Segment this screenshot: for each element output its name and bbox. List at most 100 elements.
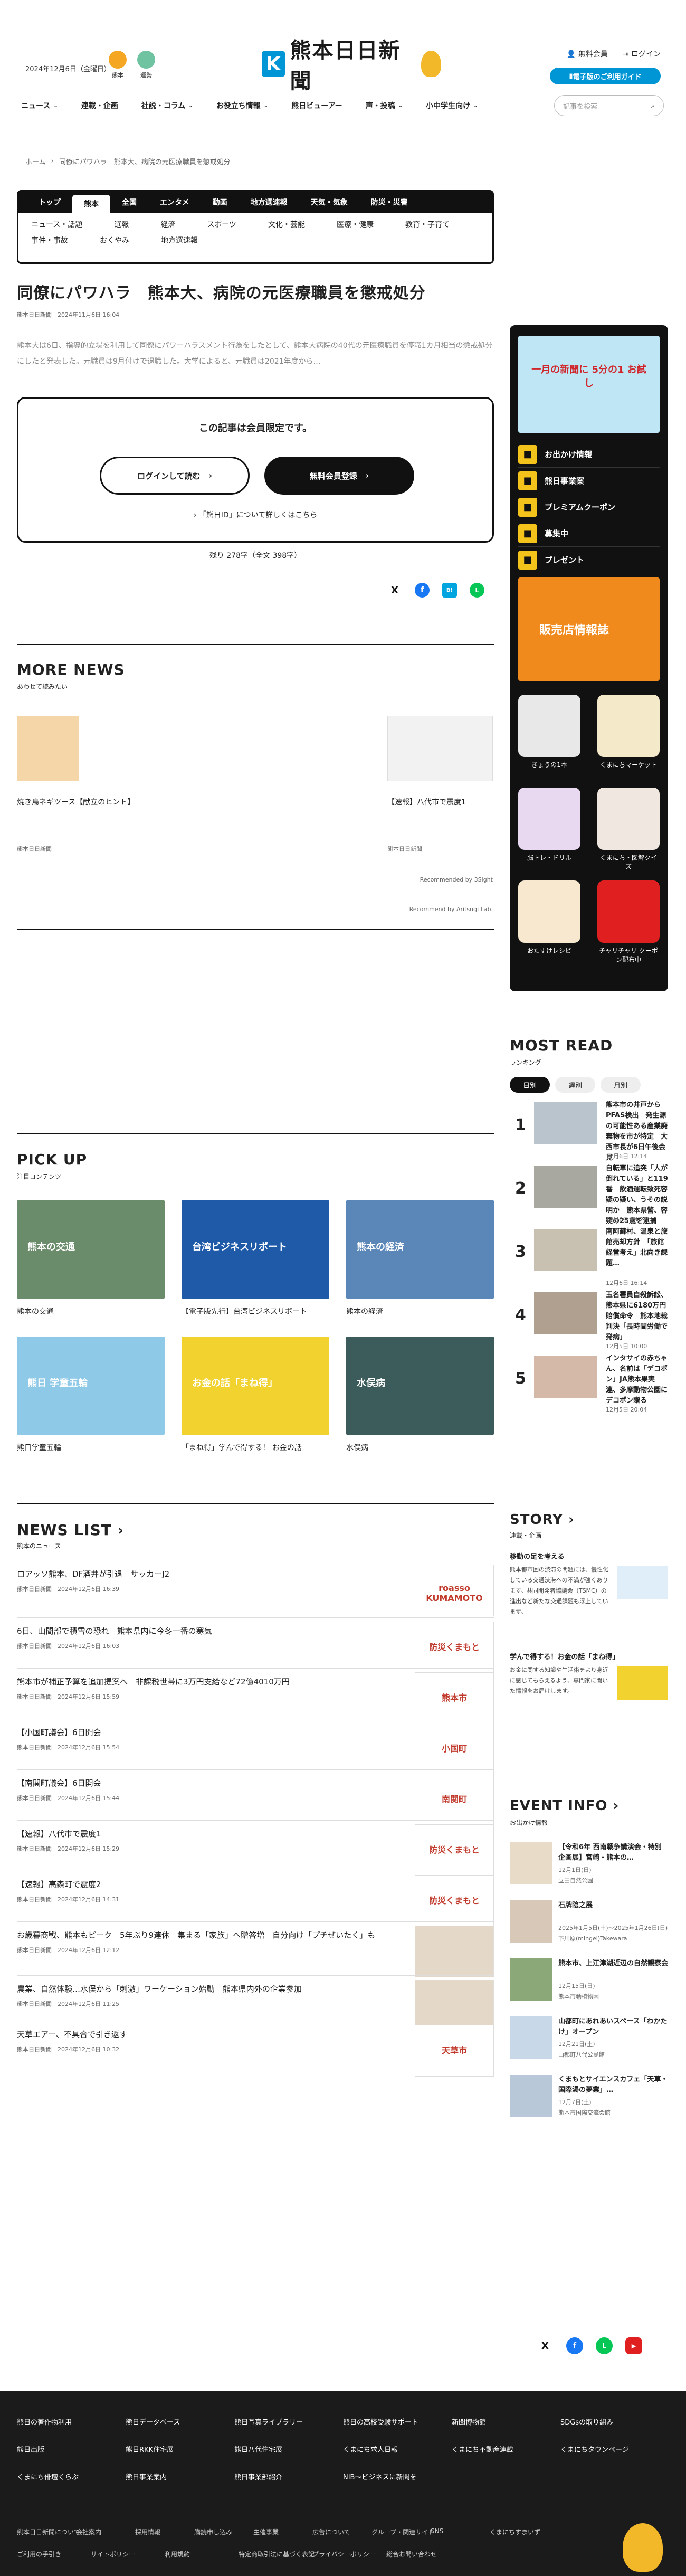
news-title[interactable]: 6日、山間部で積雪の恐れ 熊本県内に今冬一番の寒気 xyxy=(17,1624,386,1639)
footer-bottom-link[interactable]: 総合お問い合わせ xyxy=(386,2550,437,2559)
nav-students[interactable]: 小中学生向け ⌄ xyxy=(426,100,478,111)
nav-viewer[interactable]: 熊日ビューアー xyxy=(291,100,342,111)
sidebar-menu-item[interactable]: ■ プレゼント xyxy=(518,547,660,573)
news-list-item[interactable]: 【南関町議会】6日開会 熊本日日新聞 2024年12月6日 15:44 南関町 xyxy=(17,1774,494,1826)
news-list-item[interactable]: 【小国町議会】6日開会 熊本日日新聞 2024年12月6日 15:54 小国町 xyxy=(17,1723,494,1776)
footer-bottom-link[interactable]: 利用規約 xyxy=(165,2550,190,2559)
more-news-title[interactable]: 焼き鳥ネギツース【献立のヒント】 xyxy=(17,796,135,809)
subcategory-link[interactable]: スポーツ xyxy=(207,219,236,230)
pick-up-title[interactable]: 「まね得」学んで得する！ お金の話 xyxy=(182,1442,302,1453)
category-tab[interactable]: 天気・気象 xyxy=(299,194,359,211)
footer-link[interactable]: 熊日八代住宅展 xyxy=(234,2444,282,2454)
sidebar-app-tile[interactable]: きょうの1本 xyxy=(518,695,580,769)
news-title[interactable]: 【速報】高森町で震度2 xyxy=(17,1877,386,1892)
footer-link[interactable]: SDGsの取り組み xyxy=(560,2417,613,2427)
fortune-link[interactable]: 運勢 xyxy=(134,51,158,79)
site-logo[interactable]: K 熊本日日新聞 xyxy=(262,38,441,93)
news-title[interactable]: 熊本市が補正予算を追加提案へ 非課税世帯に3万円支給など72億4010万円 xyxy=(17,1674,386,1689)
nav-voice[interactable]: 声・投稿 ⌄ xyxy=(366,100,403,111)
event-title[interactable]: 山都町にあれあいスペース「わかたけ」オープン xyxy=(558,2016,668,2038)
news-title[interactable]: ロアッソ熊本、DF酒井が引退 サッカーJ2 xyxy=(17,1567,386,1581)
free-member-link[interactable]: 👤 無料会員 xyxy=(567,49,608,59)
subcategory-link[interactable]: 事件・事故 xyxy=(31,235,68,245)
line-share-icon[interactable]: L xyxy=(470,583,484,598)
news-list-item[interactable]: 天草エアー、不具合で引き返す 熊本日日新聞 2024年12月6日 10:32 天草市 xyxy=(17,2025,494,2078)
category-tab[interactable]: 防災・災害 xyxy=(359,194,420,211)
sidebar-app-tile[interactable]: くまにちマーケット xyxy=(597,695,660,769)
footer-bottom-link[interactable]: 採用情報 xyxy=(135,2527,160,2536)
subcategory-link[interactable]: 経済 xyxy=(160,219,175,230)
footer-link[interactable]: くまにち求人日報 xyxy=(343,2444,398,2454)
hatena-share-icon[interactable]: B! xyxy=(442,583,457,598)
nav-news[interactable]: ニュース ⌄ xyxy=(21,100,58,111)
register-button[interactable]: 無料会員登録 › xyxy=(264,457,414,495)
ranking-item[interactable]: 5 インタサイの赤ちゃん、名前は「デコポン」JA熊本果実連、多摩動物公園にデコポン… xyxy=(510,1353,668,1417)
sidebar-app-tile[interactable]: チャリチャリ クーポン配布中 xyxy=(597,880,660,964)
weather-link[interactable]: 熊本 xyxy=(106,51,130,79)
pick-up-title[interactable]: 熊本の経済 xyxy=(346,1306,383,1317)
story-heading[interactable]: STORY › xyxy=(510,1512,575,1528)
tab-monthly[interactable]: 月別 xyxy=(601,1077,641,1093)
nav-useful-info[interactable]: お役立ち情報 ⌄ xyxy=(216,100,268,111)
subcategory-link[interactable]: ニュース・話題 xyxy=(31,219,82,230)
ranking-title[interactable]: 玉名署員自殺訴訟、熊本県に6180万円賠償命令 熊本地裁判決「長時間労働で発病」 xyxy=(606,1290,668,1343)
footer-bottom-link[interactable]: 購読申し込み xyxy=(194,2527,232,2536)
event-title[interactable]: 石牌陰之展 xyxy=(558,1900,668,1911)
sidebar-menu-item[interactable]: ■ お出かけ情報 xyxy=(518,441,660,468)
news-list-item[interactable]: 【速報】高森町で震度2 熊本日日新聞 2024年12月6日 14:31 防災くまもと xyxy=(17,1875,494,1928)
news-title[interactable]: 【速報】八代市で震度1 xyxy=(17,1826,386,1841)
footer-bottom-link[interactable]: 主催事業 xyxy=(253,2527,279,2536)
sidebar-menu-item[interactable]: ■ 熊日事業案 xyxy=(518,468,660,494)
news-thumbnail[interactable]: 熊本市 xyxy=(415,1672,494,1724)
news-thumbnail[interactable]: 防災くまもと xyxy=(415,1875,494,1927)
footer-bottom-link[interactable]: 広告について xyxy=(312,2527,350,2536)
youtube-icon[interactable]: ▶ xyxy=(625,2337,642,2354)
event-title[interactable]: くまもとサイエンスカフェ「天草・国際湯の夢業」… xyxy=(558,2075,668,2096)
footer-link[interactable]: くまにちタウンページ xyxy=(560,2444,629,2454)
news-thumbnail[interactable]: 南関町 xyxy=(415,1774,494,1825)
nav-editorial[interactable]: 社説・コラム ⌄ xyxy=(141,100,193,111)
news-thumbnail[interactable]: 小国町 xyxy=(415,1723,494,1775)
pick-up-image[interactable]: 熊本の経済 xyxy=(346,1200,494,1299)
ranking-item[interactable]: 2 自転車に追突「人が倒れている」と119番 飲酒運転致死容疑の疑い、うその説明か… xyxy=(510,1163,668,1227)
sidebar-menu-item[interactable]: ■ プレミアムクーポン xyxy=(518,494,660,520)
search-icon[interactable]: ⌕ xyxy=(651,102,655,110)
footer-link[interactable]: 熊日データベース xyxy=(126,2417,180,2427)
news-thumbnail[interactable] xyxy=(415,1980,494,2031)
pick-up-image[interactable]: 熊日 学童五輪 xyxy=(17,1337,165,1435)
news-thumbnail[interactable] xyxy=(415,1926,494,1977)
more-news-title[interactable]: 【速報】八代市で震度1 xyxy=(387,796,493,809)
x-icon[interactable]: X xyxy=(537,2337,554,2354)
news-title[interactable]: お歳暮商戦、熊本もピーク 5年ぶり9連休 集まる「家族」へ贈答増 自分向け「プチ… xyxy=(17,1928,386,1943)
facebook-icon[interactable]: f xyxy=(566,2337,583,2354)
category-tab[interactable]: トップ xyxy=(27,194,72,211)
pick-up-image[interactable]: お金の話「まね得」 xyxy=(182,1337,329,1435)
news-list-item[interactable]: お歳暮商戦、熊本もピーク 5年ぶり9連休 集まる「家族」へ贈答増 自分向け「プチ… xyxy=(17,1926,494,1978)
news-list-item[interactable]: 6日、山間部で積雪の恐れ 熊本県内に今冬一番の寒気 熊本日日新聞 2024年12月… xyxy=(17,1622,494,1674)
ranking-title[interactable]: 南阿蘇村、温泉と旅館売却方針 「旅館経営考え」北向き課題… xyxy=(606,1227,668,1269)
news-list-heading[interactable]: NEWS LIST › xyxy=(17,1521,124,1539)
news-title[interactable]: 農業、自然体験…水俣から「刺激」ワーケーション始動 熊本県内外の企業参加 xyxy=(17,1982,386,1996)
login-link[interactable]: ⇥ ログイン xyxy=(623,49,661,59)
pick-up-image[interactable]: 熊本の交通 xyxy=(17,1200,165,1299)
footer-link[interactable]: 新聞博物館 xyxy=(452,2417,486,2427)
category-tab[interactable]: 地方選速報 xyxy=(239,194,299,211)
news-list-item[interactable]: 【速報】八代市で震度1 熊本日日新聞 2024年12月6日 15:29 防災くまもと xyxy=(17,1824,494,1877)
search-input[interactable]: 記事を検索 ⌕ xyxy=(554,95,664,116)
login-to-read-button[interactable]: ログインして読む › xyxy=(100,457,250,495)
news-thumbnail[interactable]: 防災くまもと xyxy=(415,1622,494,1673)
more-news-image[interactable] xyxy=(387,716,493,781)
footer-bottom-link[interactable]: くまにちすまいず xyxy=(490,2527,540,2536)
event-item[interactable]: くまもとサイエンスカフェ「天草・国際湯の夢業」… 12月7日(土) 熊本市国際交流会… xyxy=(510,2075,668,2129)
footer-link[interactable]: くまにち俳壇くらぶ xyxy=(17,2471,79,2482)
subcategory-link[interactable]: 地方選速報 xyxy=(161,235,198,245)
ranking-item[interactable]: 3 南阿蘇村、温泉と旅館売却方針 「旅館経営考え」北向き課題… 12月6日 16:1… xyxy=(510,1227,668,1290)
footer-link[interactable]: 熊日の著作物利用 xyxy=(17,2417,72,2427)
event-title[interactable]: 熊本市、上江津湖近辺の自然観察会 xyxy=(558,1958,668,1969)
subcategory-link[interactable]: 文化・芸能 xyxy=(268,219,305,230)
footer-link[interactable]: くまにち不動産連載 xyxy=(452,2444,513,2454)
pick-up-image[interactable]: 水俣病 xyxy=(346,1337,494,1435)
news-thumbnail[interactable]: 防災くまもと xyxy=(415,1824,494,1876)
about-id-link[interactable]: › 「熊日ID」について詳しくはこちら xyxy=(18,509,492,520)
category-tab[interactable]: エンタメ xyxy=(148,194,201,211)
